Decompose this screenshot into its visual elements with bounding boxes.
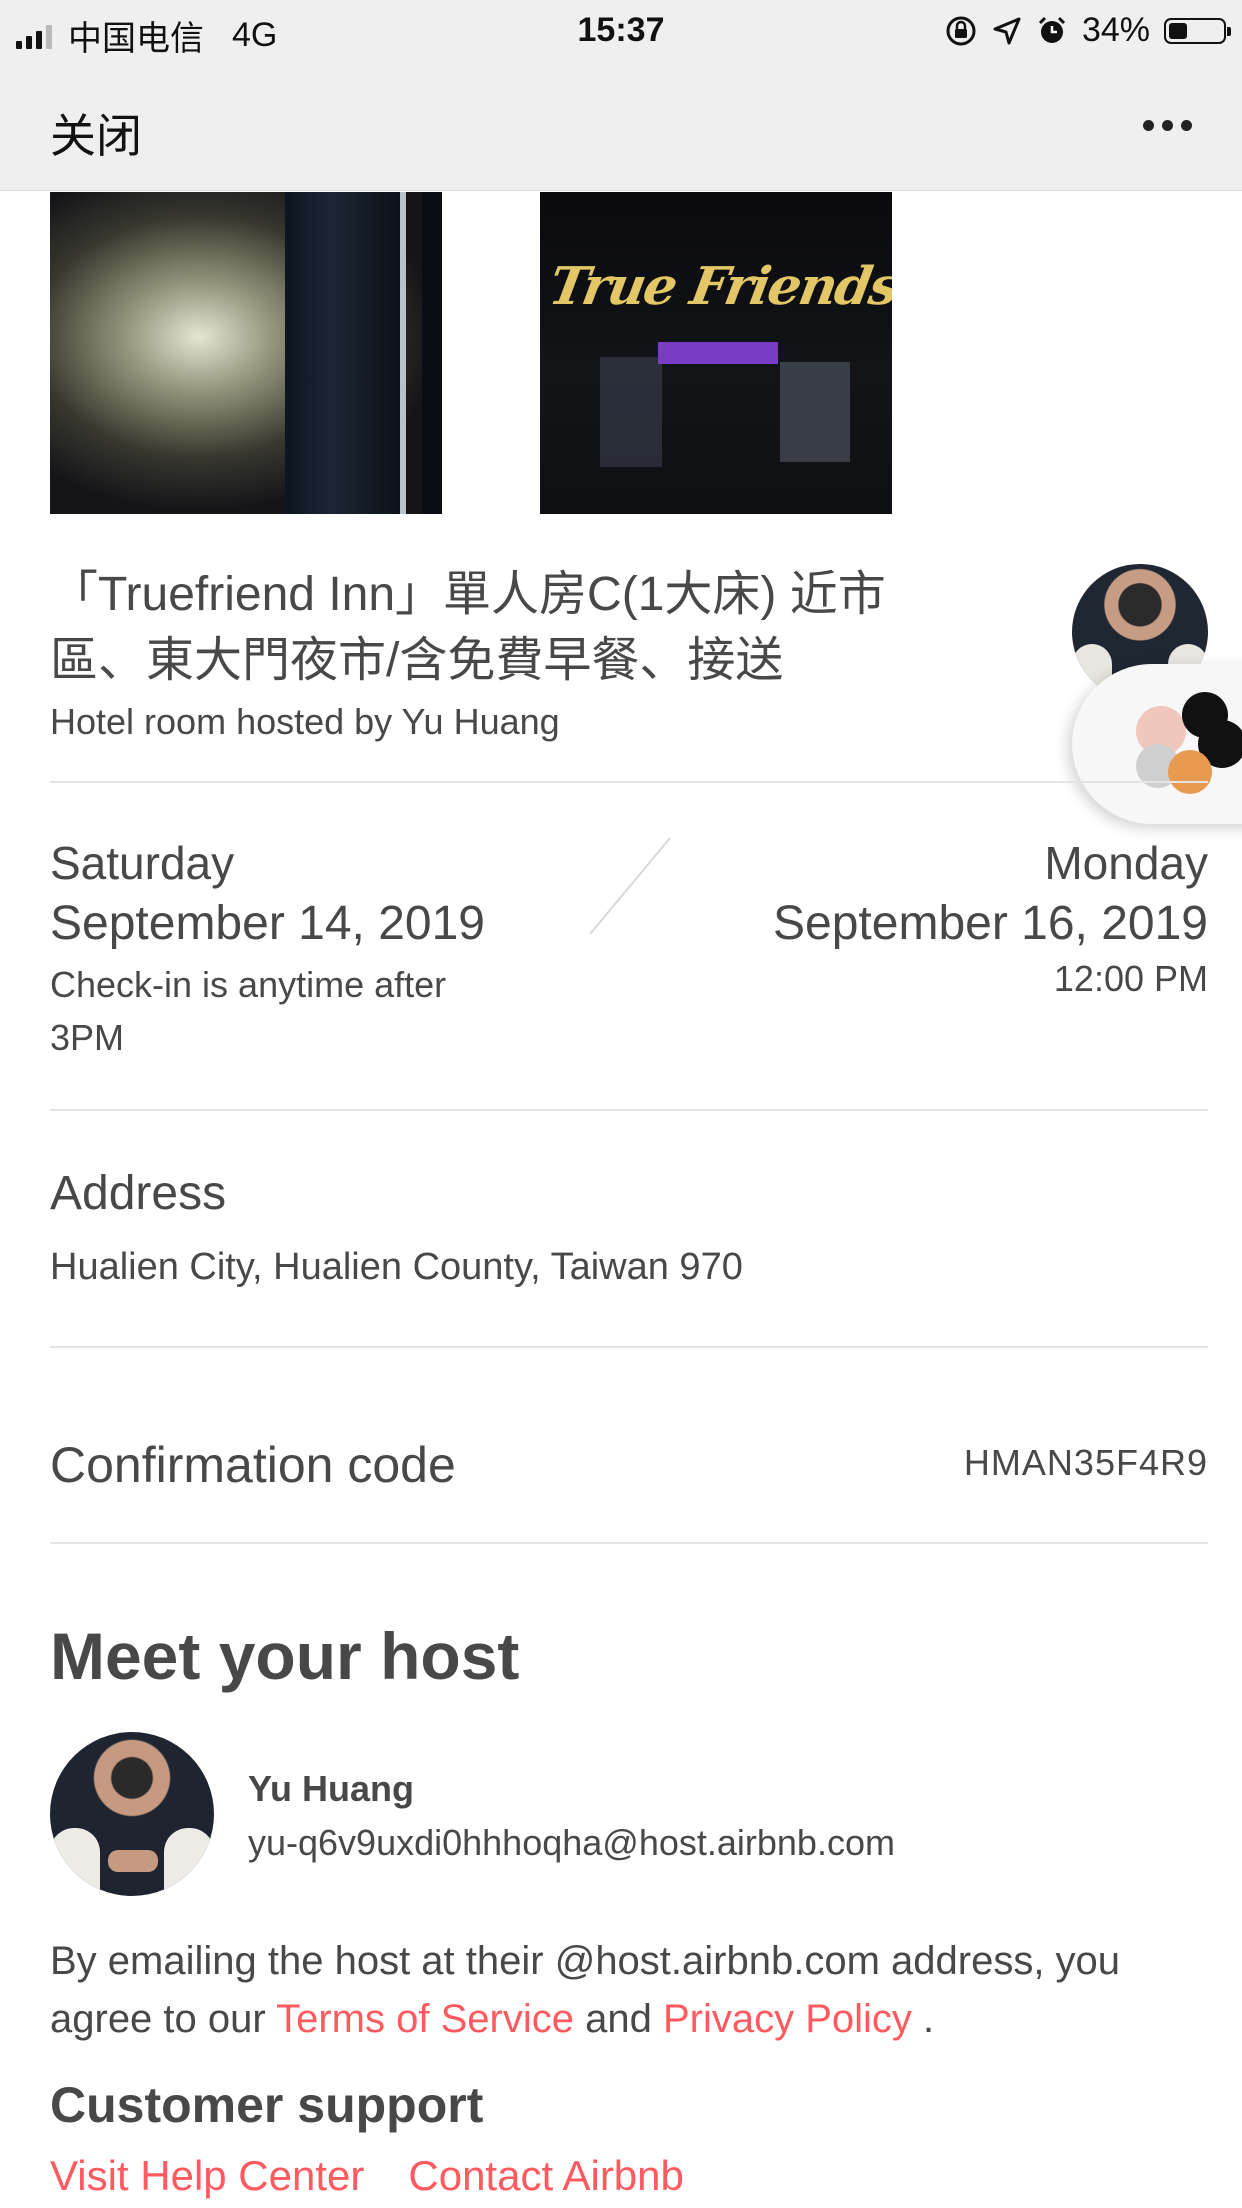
host-email-link[interactable]: yu-q6v9uxdi0hhhoqha@host.airbnb.com [248, 1822, 895, 1864]
alarm-icon [1038, 16, 1065, 43]
confirmation-code: HMAN35F4R9 [963, 1442, 1208, 1483]
address-value[interactable]: Hualien City, Hualien County, Taiwan 970 [50, 1246, 743, 1289]
divider [50, 1109, 1208, 1111]
orientation-lock-icon [946, 16, 976, 45]
support-links: Visit Help Center Contact Airbnb [50, 2152, 684, 2200]
checkin-day: Saturday [50, 837, 235, 889]
checkout-date: September 16, 2019 [773, 897, 1208, 950]
host-name: Yu Huang [248, 1768, 415, 1809]
nav-bar: 关闭 [0, 62, 1242, 191]
status-bar: 中国电信 4G 15:37 34% [0, 0, 1242, 62]
confirmation-label: Confirmation code [50, 1437, 456, 1493]
divider [50, 781, 1208, 783]
divider [50, 1346, 1208, 1348]
floating-assistant-bubble[interactable] [1072, 664, 1242, 824]
checkin-date: September 14, 2019 [50, 897, 485, 950]
listing-photo-2[interactable]: True Friends Inn [540, 192, 892, 514]
customer-support-heading: Customer support [50, 2077, 484, 2133]
battery-level [1169, 22, 1187, 39]
checkin-note: Check-in is anytime after 3PM [50, 964, 447, 1058]
date-separator [589, 837, 671, 935]
help-center-link[interactable]: Visit Help Center [50, 2152, 364, 2200]
more-horizontal-icon[interactable] [1143, 120, 1192, 131]
contact-airbnb-link[interactable]: Contact Airbnb [408, 2152, 684, 2200]
location-icon [993, 17, 1021, 44]
meet-host-heading: Meet your host [50, 1619, 520, 1693]
checkout-time: 12:00 PM [1053, 958, 1208, 999]
battery-icon [1164, 17, 1231, 44]
divider [50, 1542, 1208, 1544]
listing-subtitle: Hotel room hosted by Yu Huang [50, 701, 560, 742]
inn-sign: True Friends Inn [544, 256, 892, 317]
terms-of-service-link[interactable]: Terms of Service [276, 1997, 574, 2041]
close-button[interactable]: 关闭 [50, 100, 142, 166]
checkout-day: Monday [1044, 837, 1208, 889]
listing-title: 「Truefriend Inn」單人房C(1大床) 近市區、東大門夜市/含免費早… [50, 568, 886, 687]
legal-suffix: . [923, 1997, 935, 2041]
battery-percent: 34% [1081, 11, 1150, 49]
legal-and: and [585, 1997, 652, 2041]
address-label: Address [50, 1167, 227, 1220]
host-avatar[interactable] [50, 1732, 214, 1896]
listing-photo-1[interactable] [50, 192, 442, 514]
status-bar-right: 34% [944, 11, 1231, 50]
privacy-policy-link[interactable]: Privacy Policy [663, 1997, 912, 2041]
legal-text: By emailing the host at their @host.airb… [50, 1932, 1210, 2048]
